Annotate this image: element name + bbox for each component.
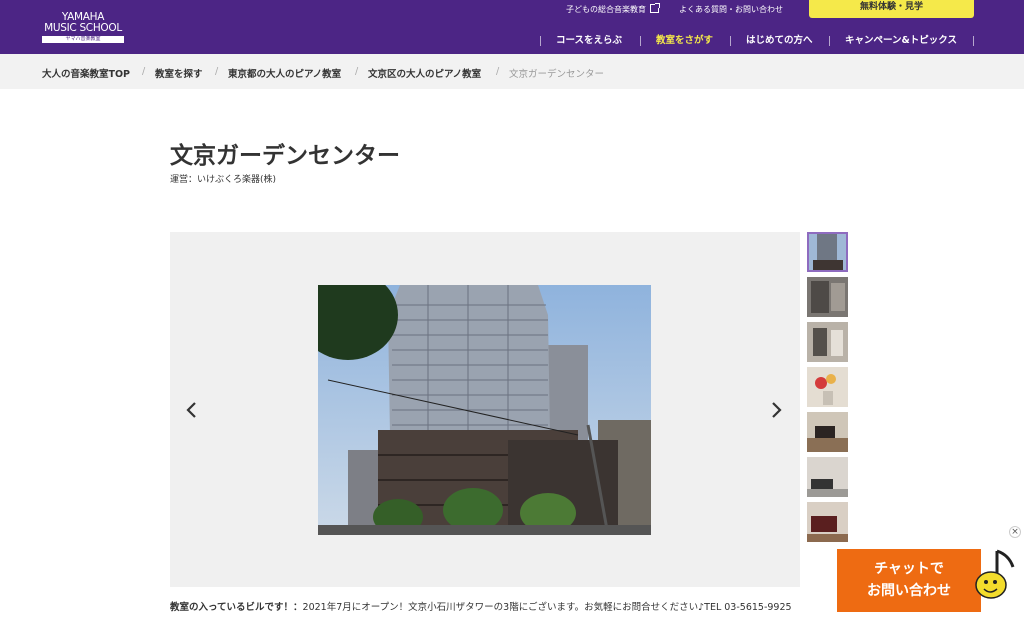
breadcrumb-item-tokyo[interactable]: 東京都の大人のピアノ教室: [228, 66, 341, 80]
nav-divider: [829, 36, 830, 46]
logo-subtext: ヤマハ音楽教室: [42, 36, 124, 43]
logo-text-2: MUSIC SCHOOL: [44, 22, 122, 34]
nav-divider: [640, 36, 641, 46]
chevron-left-icon: [186, 402, 196, 418]
free-trial-button[interactable]: 無料体験・見学: [809, 0, 974, 18]
slider-prev-button[interactable]: [184, 400, 200, 420]
nav-choose-course[interactable]: コースをえらぶ: [556, 34, 622, 48]
thumbnail-entrance[interactable]: [807, 277, 848, 317]
breadcrumb-separator: /: [215, 66, 219, 77]
caption-heading: 教室の入っているビルです！：: [170, 602, 303, 613]
thumbnail-room-1[interactable]: [807, 412, 848, 452]
music-note-mascot-icon: [975, 549, 1015, 599]
thumbnail-image: [807, 232, 848, 272]
external-link-icon: [650, 3, 660, 13]
thumbnail-image: [807, 502, 848, 542]
nav-divider: [730, 36, 731, 46]
breadcrumb-item-find[interactable]: 教室を探す: [155, 66, 203, 80]
building-photo-image: [318, 285, 651, 535]
breadcrumb-separator: /: [496, 66, 500, 77]
breadcrumb-item-top[interactable]: 大人の音楽教室TOP: [42, 66, 130, 80]
thumbnail-image: [807, 367, 848, 407]
chat-label-line1: チャットで: [874, 561, 944, 577]
main-photo: [318, 285, 651, 535]
page-title: 文京ガーデンセンター: [170, 143, 400, 169]
nav-first-time[interactable]: はじめての方へ: [746, 34, 813, 48]
thumbnail-image: [807, 412, 848, 452]
chat-close-button[interactable]: ×: [1009, 526, 1021, 538]
thumbnail-image: [807, 277, 848, 317]
breadcrumb-item-current: 文京ガーデンセンター: [509, 69, 605, 80]
yamaha-logo[interactable]: YAMAHA MUSIC SCHOOL ヤマハ音楽教室: [42, 12, 124, 43]
chat-label-line2: お問い合わせ: [867, 583, 951, 599]
photo-caption: 教室の入っているビルです！：2021年7月にオープン！文京小石川ザタワーの3階に…: [170, 599, 792, 613]
thumbnail-room-2[interactable]: [807, 457, 848, 497]
chevron-right-icon: [772, 402, 782, 418]
nav-divider: [973, 36, 974, 46]
caption-text: 2021年7月にオープン！文京小石川ザタワーの3階にございます。お気軽にお問合せ…: [302, 602, 792, 613]
site-header: YAMAHA MUSIC SCHOOL ヤマハ音楽教室 子どもの総合音楽教育 よ…: [0, 0, 1024, 54]
slider-next-button[interactable]: [768, 400, 784, 420]
breadcrumb-separator: /: [355, 66, 359, 77]
chat-contact-button[interactable]: チャットで お問い合わせ: [837, 549, 981, 612]
thumbnail-image: [807, 322, 848, 362]
thumbnail-balloons[interactable]: [807, 367, 848, 407]
photo-slider: [170, 232, 800, 587]
nav-divider: [540, 36, 541, 46]
thumbnail-room-3[interactable]: [807, 502, 848, 542]
thumbnail-building[interactable]: [807, 232, 848, 272]
nav-campaign-topics[interactable]: キャンペーン&トピックス: [845, 34, 957, 48]
util-link-faq-contact[interactable]: よくある質問・お問い合わせ: [679, 4, 783, 15]
breadcrumb-separator: /: [142, 66, 146, 77]
nav-find-school[interactable]: 教室をさがす: [656, 34, 713, 48]
util-link-label: 子どもの総合音楽教育: [566, 5, 646, 14]
thumbnail-lobby[interactable]: [807, 322, 848, 362]
thumbnail-image: [807, 457, 848, 497]
operator-text: 運営：いけぶくろ楽器(株): [170, 175, 277, 185]
breadcrumb-item-bunkyo[interactable]: 文京区の大人のピアノ教室: [368, 66, 481, 80]
util-link-kids-education[interactable]: 子どもの総合音楽教育: [566, 3, 660, 15]
